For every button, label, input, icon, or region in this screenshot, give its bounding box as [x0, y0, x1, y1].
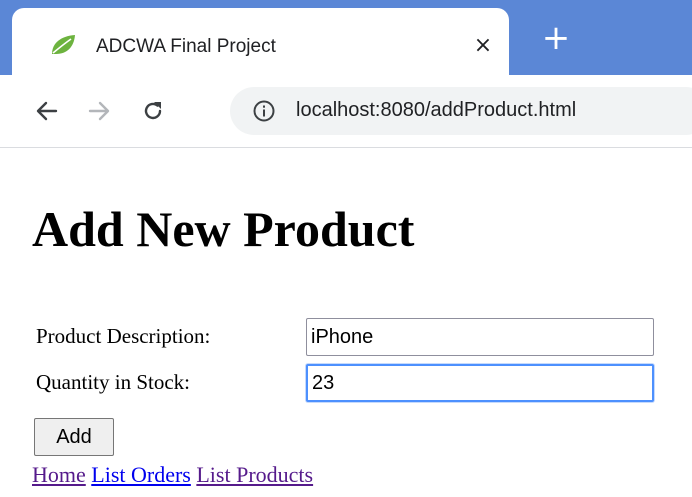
tab-title: ADCWA Final Project: [96, 36, 276, 57]
back-button[interactable]: [30, 94, 64, 128]
product-description-label: Product Description:: [36, 324, 211, 348]
reload-button[interactable]: [136, 94, 170, 128]
quantity-in-stock-label: Quantity in Stock:: [36, 370, 190, 394]
browser-tabstrip: ADCWA Final Project × +: [0, 0, 692, 75]
address-bar[interactable]: localhost:8080/addProduct.html: [230, 87, 692, 135]
footer-links: Home List Orders List Products: [32, 462, 313, 488]
list-orders-link[interactable]: List Orders: [91, 462, 191, 487]
url-text[interactable]: localhost:8080/addProduct.html: [296, 99, 576, 122]
info-icon[interactable]: [252, 99, 276, 123]
active-tab[interactable]: ADCWA Final Project ×: [12, 8, 509, 75]
forward-button[interactable]: [82, 94, 116, 128]
product-description-input[interactable]: [306, 318, 654, 356]
arrow-right-icon: [88, 101, 110, 121]
quantity-in-stock-input[interactable]: [306, 364, 654, 402]
page-title: Add New Product: [32, 201, 415, 257]
list-products-link[interactable]: List Products: [196, 462, 313, 487]
browser-toolbar: localhost:8080/addProduct.html: [0, 75, 692, 148]
spring-leaf-icon: [52, 35, 75, 54]
reload-icon: [144, 102, 162, 120]
add-button[interactable]: Add: [34, 418, 114, 456]
new-tab-button[interactable]: +: [536, 18, 576, 58]
home-link[interactable]: Home: [32, 462, 86, 487]
close-icon[interactable]: ×: [468, 30, 498, 60]
arrow-left-icon: [36, 101, 58, 121]
